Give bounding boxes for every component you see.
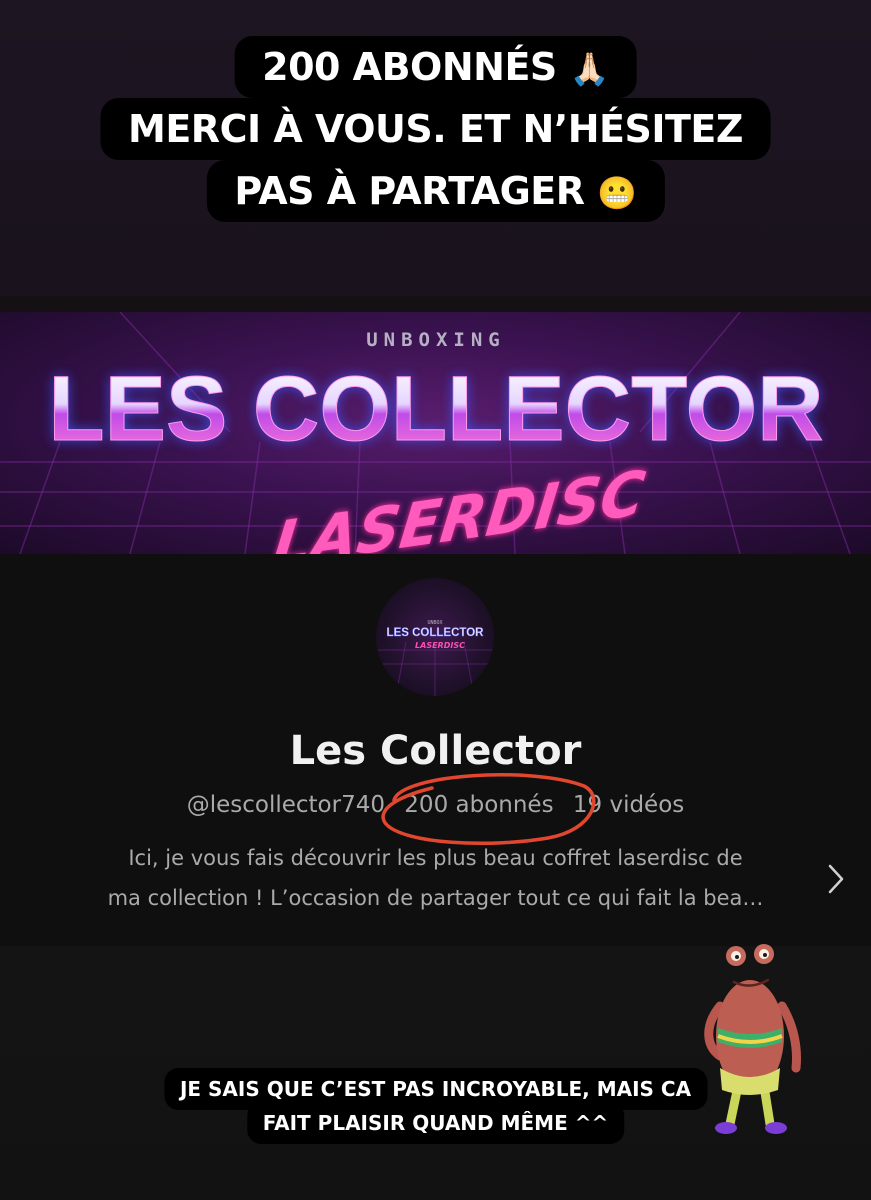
bottom-caption-line-2: FAIT PLAISIR QUAND MÊME ^^ (246, 1102, 625, 1144)
banner-art: UNBOXING LES COLLECTOR LES COLLECTOR LAS… (0, 312, 871, 554)
banner-kicker: UNBOXING (366, 329, 506, 351)
caption-line-3-text: PAS À PARTAGER (234, 169, 585, 213)
banner-top-strip (0, 296, 871, 312)
hand-drawn-circle-highlight (381, 773, 596, 846)
banner-title: LES COLLECTOR (48, 358, 823, 460)
bottom-caption-line-2-text: FAIT PLAISIR QUAND MÊME ^^ (262, 1111, 609, 1135)
caption-line-2-text: MERCI À VOUS. ET N’HÉSITEZ (128, 107, 743, 151)
caption-line-2: MERCI À VOUS. ET N’HÉSITEZ (100, 98, 771, 160)
grimacing-face-icon: 😬 (597, 174, 637, 212)
caption-line-1-text: 200 ABONNÉS (262, 45, 557, 89)
dancing-frog-sticker (704, 944, 801, 1134)
praying-hands-icon: 🙏🏻 (569, 50, 610, 88)
bottom-caption-line-1-text: JE SAIS QUE C’EST PAS INCROYABLE, MAIS C… (179, 1077, 692, 1101)
avatar-title: LES COLLECTOR (387, 627, 485, 639)
channel-description-line-2: ma collection ! L’occasion de partager t… (107, 886, 764, 910)
banner-subtitle: LASERDISC (269, 457, 649, 554)
channel-avatar[interactable]: UNBOX LES COLLECTOR LASERDISC (376, 578, 494, 696)
avatar-art: UNBOX LES COLLECTOR LASERDISC (376, 620, 494, 696)
caption-line-3: PAS À PARTAGER 😬 (206, 160, 665, 222)
caption-line-1: 200 ABONNÉS 🙏🏻 (234, 36, 637, 98)
channel-description-line-1: Ici, je vous fais découvrir les plus bea… (128, 846, 743, 870)
channel-handle: @lescollector740 (186, 792, 385, 818)
channel-banner: UNBOXING LES COLLECTOR LES COLLECTOR LAS… (0, 312, 871, 554)
avatar-subtitle: LASERDISC (415, 641, 465, 650)
avatar-kicker: UNBOX (427, 620, 442, 626)
chevron-right-icon[interactable] (824, 862, 848, 896)
